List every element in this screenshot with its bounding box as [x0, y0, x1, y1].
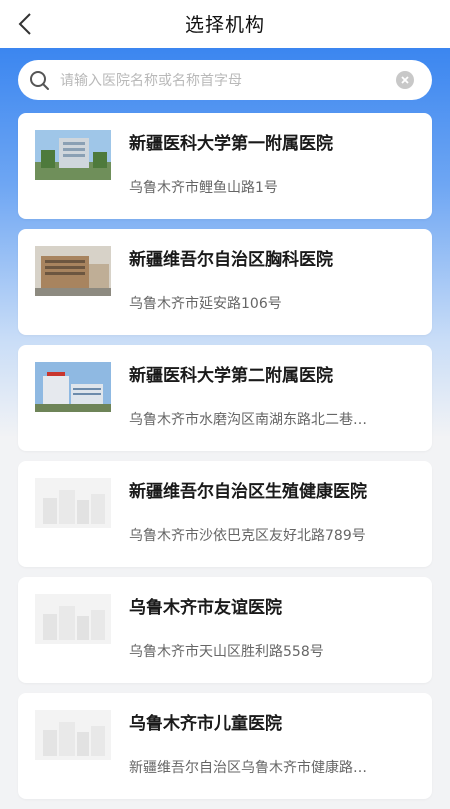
hospital-photo [35, 246, 111, 296]
hospital-card[interactable]: 新疆医科大学第一附属医院 乌鲁木齐市鲤鱼山路1号 [18, 113, 432, 219]
hospital-list: 新疆医科大学第一附属医院 乌鲁木齐市鲤鱼山路1号 新疆维吾尔自治区胸科医院 乌鲁… [18, 113, 432, 809]
placeholder-image [35, 478, 111, 528]
hospital-name: 新疆医科大学第二附属医院 [129, 366, 333, 386]
search-input[interactable] [58, 66, 392, 96]
search-icon [30, 71, 49, 90]
hospital-address: 乌鲁木齐市天山区胜利路558号 [129, 644, 324, 660]
hospital-name: 新疆维吾尔自治区生殖健康医院 [129, 482, 367, 502]
hospital-address: 乌鲁木齐市水磨沟区南湖东路北二巷… [129, 412, 367, 428]
search-bar [18, 60, 432, 100]
hospital-address: 乌鲁木齐市延安路106号 [129, 296, 282, 312]
hospital-card[interactable]: 新疆医科大学第二附属医院 乌鲁木齐市水磨沟区南湖东路北二巷… [18, 345, 432, 451]
hospital-photo [35, 130, 111, 180]
hospital-name: 新疆维吾尔自治区胸科医院 [129, 250, 333, 270]
hospital-card[interactable]: 新疆维吾尔自治区胸科医院 乌鲁木齐市延安路106号 [18, 229, 432, 335]
hospital-card[interactable]: 乌鲁木齐市儿童医院 新疆维吾尔自治区乌鲁木齐市健康路… [18, 693, 432, 799]
hospital-name: 乌鲁木齐市儿童医院 [129, 714, 282, 734]
hospital-address: 乌鲁木齐市鲤鱼山路1号 [129, 180, 278, 196]
hospital-address: 乌鲁木齐市沙依巴克区友好北路789号 [129, 528, 366, 544]
placeholder-image [35, 710, 111, 760]
top-bar: 选择机构 [0, 0, 450, 48]
hospital-address: 新疆维吾尔自治区乌鲁木齐市健康路… [129, 760, 367, 776]
placeholder-image [35, 594, 111, 644]
hospital-photo [35, 362, 111, 412]
hospital-card[interactable]: 新疆维吾尔自治区生殖健康医院 乌鲁木齐市沙依巴克区友好北路789号 [18, 461, 432, 567]
clear-icon[interactable] [396, 71, 414, 89]
hospital-name: 乌鲁木齐市友谊医院 [129, 598, 282, 618]
page-title: 选择机构 [184, 14, 265, 36]
hospital-name: 新疆医科大学第一附属医院 [129, 134, 333, 154]
hospital-card[interactable]: 乌鲁木齐市友谊医院 乌鲁木齐市天山区胜利路558号 [18, 577, 432, 683]
